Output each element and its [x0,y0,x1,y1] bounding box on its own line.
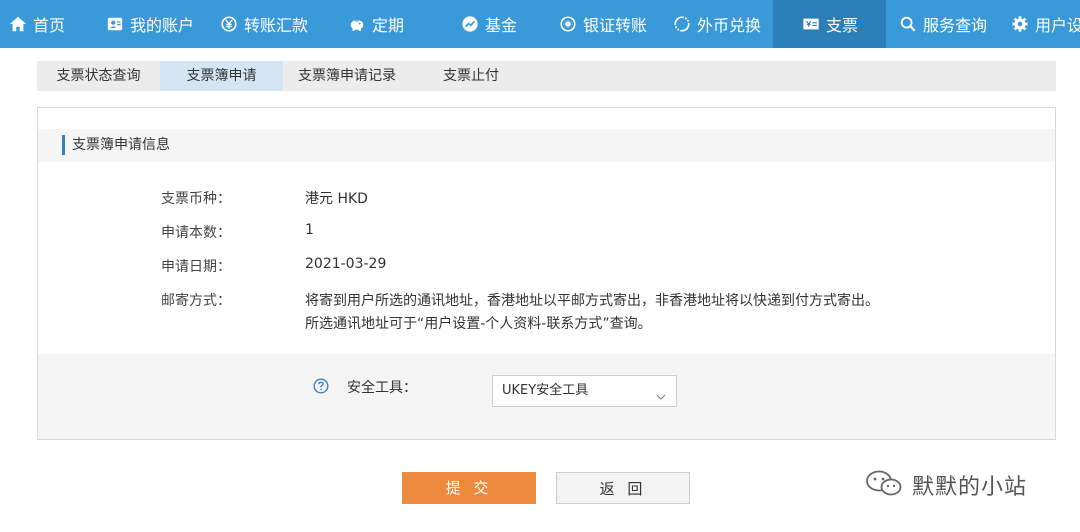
nav-item-label: 我的账户 [130,16,195,35]
nav-item-label: 首页 [33,16,66,35]
tab-cheque-stop-payment[interactable]: 支票止付 [411,61,531,91]
help-circle-icon[interactable] [313,378,329,394]
tab-chequebook-application[interactable]: 支票簿申请 [160,61,283,91]
security-tool-selected: UKEY安全工具 [502,383,589,398]
delivery-text-line2: 所选通讯地址可于“用户设置-个人资料-联系方式”查询。 [305,316,652,332]
delivery-text-line1: 将寄到用户所选的通讯地址，香港地址以平邮方式寄出，非香港地址将以快递到付方式寄出… [305,293,879,309]
nav-item-fund[interactable]: 基金 [460,0,517,48]
nav-item-label: 支票 [826,16,859,35]
nav-item-cheque[interactable]: 支票 [773,0,886,48]
security-tool-area: 安全工具： UKEY安全工具 [38,354,1055,439]
section-header: 支票簿申请信息 [38,129,1055,162]
yen-circle-icon [219,14,239,34]
nav-item-label: 定期 [372,16,405,35]
delivery-label: 邮寄方式： [161,293,231,309]
watermark: 默默的小站 [864,468,1027,502]
cheque-icon [801,14,821,34]
nav-item-label: 服务查询 [923,16,988,35]
chevron-down-icon [656,386,666,400]
currency-value: 港元 HKD [305,191,368,207]
tab-chequebook-application-records[interactable]: 支票簿申请记录 [283,61,411,91]
wechat-icon [864,468,912,502]
search-icon [898,14,918,34]
security-tool-select[interactable]: UKEY安全工具 [492,375,677,407]
security-tool-label: 安全工具： [347,380,417,396]
section-title: 支票簿申请信息 [72,137,170,153]
top-navigation-bar: 首页 我的账户 转账汇款 定期 基金 银证转账 外币兑换 支票 服务查询 用户设 [0,0,1080,48]
nav-item-fixed-deposit[interactable]: 定期 [347,0,404,48]
submit-button[interactable]: 提 交 [402,472,536,504]
nav-item-label: 转账汇款 [244,16,309,35]
application-panel: 支票簿申请信息 支票币种： 港元 HKD 申请本数： 1 申请日期： 2021-… [37,107,1056,440]
exchange-circle-icon [558,14,578,34]
nav-item-my-account[interactable]: 我的账户 [105,0,194,48]
watermark-text: 默默的小站 [912,475,1028,500]
nav-item-bank-securities-transfer[interactable]: 银证转账 [558,0,647,48]
refresh-icon [672,14,692,34]
back-button[interactable]: 返 回 [556,472,690,504]
nav-item-label: 银证转账 [583,16,648,35]
nav-item-label: 外币兑换 [697,16,762,35]
piggy-bank-icon [347,14,367,34]
section-marker [62,135,65,155]
tab-cheque-status-query[interactable]: 支票状态查询 [37,61,160,91]
date-label: 申请日期： [161,259,231,275]
date-value: 2021-03-29 [305,256,387,272]
nav-item-currency-exchange[interactable]: 外币兑换 [672,0,761,48]
quantity-value: 1 [305,222,314,238]
nav-item-label: 基金 [485,16,518,35]
currency-label: 支票币种： [161,191,231,207]
nav-item-label: 用户设 [1035,16,1080,35]
nav-item-transfer[interactable]: 转账汇款 [219,0,308,48]
nav-item-service-inquiry[interactable]: 服务查询 [898,0,987,48]
nav-item-user-settings[interactable]: 用户设 [1010,0,1080,48]
home-icon [8,14,28,34]
nav-item-home[interactable]: 首页 [8,0,65,48]
account-card-icon [105,14,125,34]
quantity-label: 申请本数： [161,225,231,241]
gear-icon [1010,14,1030,34]
chart-icon [460,14,480,34]
sub-tab-bar: 支票状态查询 支票簿申请 支票簿申请记录 支票止付 [37,61,1056,91]
